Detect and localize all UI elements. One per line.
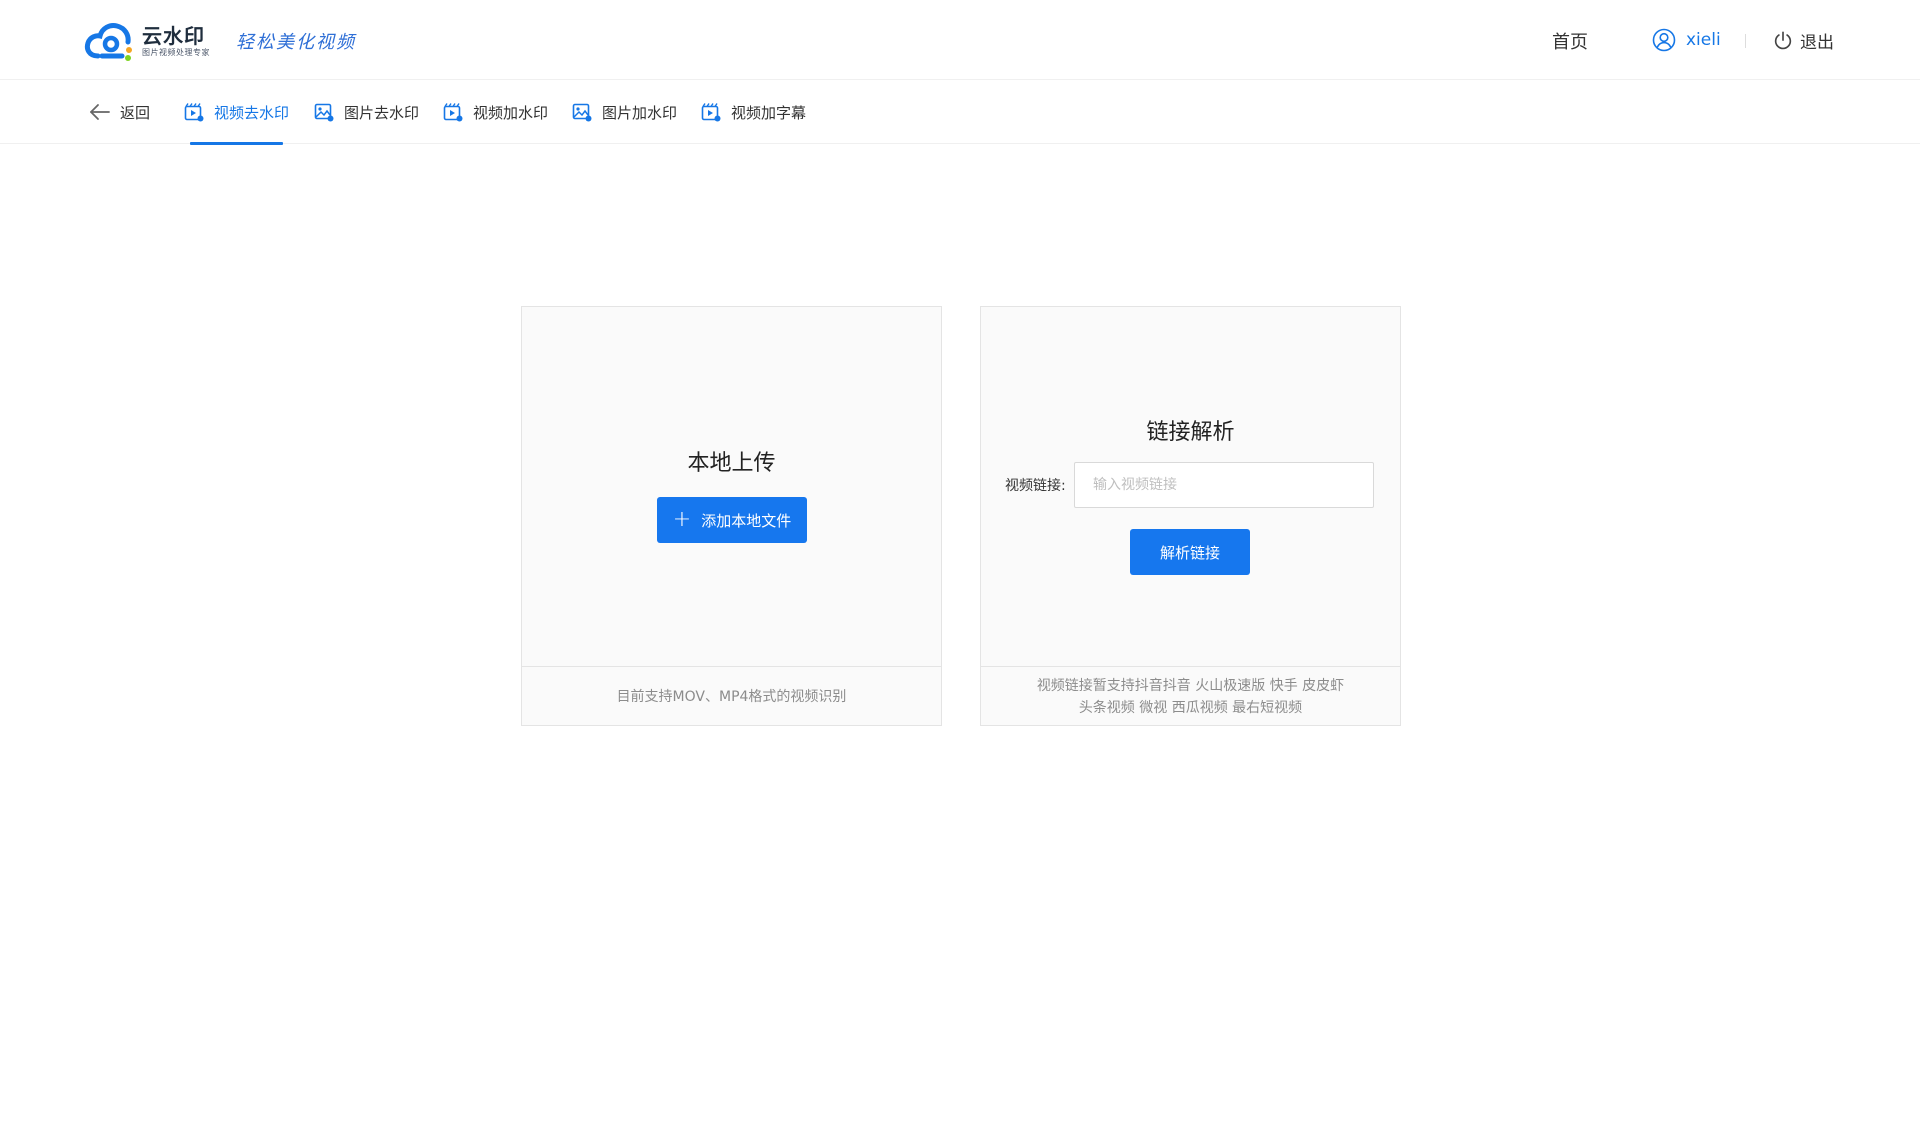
supported-platforms-line-1: 视频链接暂支持抖音抖音 火山极速版 快手 皮皮虾 xyxy=(1036,677,1345,694)
logout-label: 退出 xyxy=(1800,33,1834,53)
logo-name: 云水印 xyxy=(142,23,205,48)
top-header: 云水印 图片视频处理专家 轻松美化视频 首页 xieli 退出 xyxy=(0,0,1920,80)
logout-button[interactable]: 退出 xyxy=(1772,28,1834,53)
username-label: xieli xyxy=(1686,30,1721,50)
local-upload-card: 本地上传 + 添加本地文件 目前支持MOV、MP4格式的视频识别 xyxy=(521,306,942,726)
cloud-logo-icon xyxy=(84,23,132,61)
add-local-file-label: 添加本地文件 xyxy=(701,511,792,530)
tab-label: 视频加字幕 xyxy=(731,103,807,122)
nav-divider xyxy=(1745,34,1746,48)
back-label: 返回 xyxy=(120,103,151,122)
upload-format-hint: 目前支持MOV、MP4格式的视频识别 xyxy=(616,688,847,705)
tab-label: 视频加水印 xyxy=(473,103,549,122)
parse-link-label: 解析链接 xyxy=(1159,543,1220,562)
app-logo[interactable]: 云水印 图片视频处理专家 xyxy=(84,20,210,62)
nav-home-link[interactable]: 首页 xyxy=(1552,28,1588,54)
supported-platforms-line-2: 头条视频 微视 西瓜视频 最右短视频 xyxy=(1078,699,1303,716)
image-icon xyxy=(572,103,592,122)
upload-card-footer: 目前支持MOV、MP4格式的视频识别 xyxy=(522,666,941,726)
link-card-title: 链接解析 xyxy=(1146,420,1235,445)
tab-image-add-watermark[interactable]: 图片加水印 xyxy=(572,80,677,144)
tool-tab-bar: 返回 视频去水印 图片去水印 视频加水印 图片加水印 视频加字幕 xyxy=(0,80,1920,145)
plus-icon: + xyxy=(672,507,692,532)
link-card-footer: 视频链接暂支持抖音抖音 火山极速版 快手 皮皮虾 头条视频 微视 西瓜视频 最右… xyxy=(981,666,1400,726)
tab-label: 视频去水印 xyxy=(214,103,290,122)
tab-video-remove-watermark[interactable]: 视频去水印 xyxy=(184,80,290,145)
logo-subtitle: 图片视频处理专家 xyxy=(142,47,210,57)
image-icon xyxy=(314,103,334,122)
video-icon xyxy=(184,103,204,122)
add-local-file-button[interactable]: + 添加本地文件 xyxy=(657,497,807,543)
tab-image-remove-watermark[interactable]: 图片去水印 xyxy=(314,80,419,144)
slogan: 轻松美化视频 xyxy=(236,32,356,53)
tab-label: 图片去水印 xyxy=(344,103,420,122)
tab-video-add-watermark[interactable]: 视频加水印 xyxy=(443,80,548,144)
parse-link-button[interactable]: 解析链接 xyxy=(1130,529,1250,575)
user-icon xyxy=(1652,28,1676,52)
back-button[interactable]: 返回 xyxy=(88,80,150,144)
link-parse-card: 链接解析 视频链接: 解析链接 视频链接暂支持抖音抖音 火山极速版 快手 皮皮虾… xyxy=(980,306,1401,726)
power-icon xyxy=(1774,30,1792,49)
user-menu[interactable]: xieli xyxy=(1652,28,1721,52)
video-link-input[interactable] xyxy=(1074,462,1374,508)
upload-card-title: 本地上传 xyxy=(687,451,776,476)
tab-video-add-subtitles[interactable]: 视频加字幕 xyxy=(701,80,806,144)
tab-label: 图片加水印 xyxy=(602,103,678,122)
video-link-label: 视频链接: xyxy=(1005,478,1066,494)
video-icon xyxy=(443,103,463,122)
arrow-left-icon xyxy=(90,104,110,120)
video-icon xyxy=(701,103,721,122)
